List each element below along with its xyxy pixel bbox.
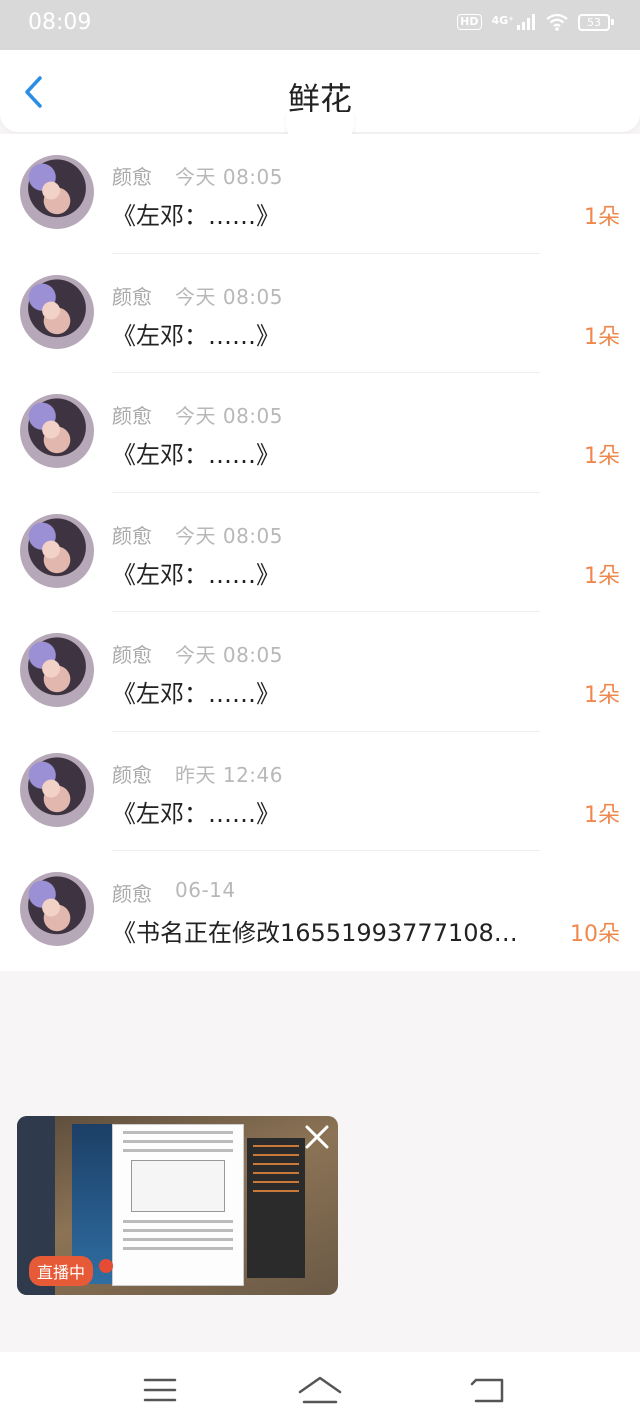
book-title: 《左邓：……》 xyxy=(112,560,280,589)
author-name: 颜愈 xyxy=(112,404,152,428)
battery-icon: 53 xyxy=(578,13,614,31)
flower-count: 1朵 xyxy=(584,563,620,589)
status-bar: 08:09 HD 4G⁺ 53 xyxy=(0,0,640,50)
live-dot-icon xyxy=(99,1259,113,1273)
list-item[interactable]: 颜愈 今天 08:05 《左邓：……》 1朵 xyxy=(0,373,640,493)
author-name: 颜愈 xyxy=(112,882,152,906)
author-name: 颜愈 xyxy=(112,284,152,309)
signal-icon: 4G⁺ xyxy=(492,14,537,30)
list-item[interactable]: 颜愈 06-14 《书名正在修改16551993777108… 10朵 xyxy=(0,851,640,971)
book-title: 《左邓：……》 xyxy=(112,321,280,350)
avatar[interactable] xyxy=(20,155,94,229)
author-name: 颜愈 xyxy=(112,165,152,189)
close-icon[interactable] xyxy=(304,1124,330,1150)
author-name: 颜愈 xyxy=(112,762,152,787)
list-item[interactable]: 颜愈 今天 08:05 《左邓：……》 1朵 xyxy=(0,134,640,254)
avatar[interactable] xyxy=(20,513,94,588)
avatar[interactable] xyxy=(20,872,94,946)
timestamp: 今天 08:05 xyxy=(175,165,283,189)
menu-icon[interactable] xyxy=(138,1370,182,1410)
status-time: 08:09 xyxy=(28,10,92,35)
flower-record-list: 颜愈 今天 08:05 《左邓：……》 1朵 颜愈 今天 08:05 《左邓：…… xyxy=(0,134,640,971)
list-item[interactable]: 颜愈 今天 08:05 《左邓：……》 1朵 xyxy=(0,612,640,732)
hd-icon: HD xyxy=(457,14,482,30)
timestamp: 今天 08:05 xyxy=(175,643,283,667)
pip-chat-preview xyxy=(247,1138,305,1278)
status-icons: HD 4G⁺ 53 xyxy=(457,13,614,31)
avatar[interactable] xyxy=(20,274,94,349)
wifi-icon xyxy=(546,13,568,31)
flower-count: 1朵 xyxy=(584,324,620,350)
live-stream-pip[interactable]: 直播中 xyxy=(17,1116,338,1295)
back-nav-icon[interactable] xyxy=(466,1370,510,1410)
book-title: 《左邓：……》 xyxy=(112,680,280,708)
live-badge: 直播中 xyxy=(29,1256,94,1286)
list-item[interactable]: 颜愈 今天 08:05 《左邓：……》 1朵 xyxy=(0,493,640,612)
battery-level: 53 xyxy=(578,13,610,31)
list-item[interactable]: 颜愈 今天 08:05 《左邓：……》 1朵 xyxy=(0,254,640,373)
flower-count: 1朵 xyxy=(584,205,620,230)
author-name: 颜愈 xyxy=(112,643,152,667)
avatar[interactable] xyxy=(20,633,94,707)
list-item[interactable]: 颜愈 昨天 12:46 《左邓：……》 1朵 xyxy=(0,732,640,851)
book-title: 《左邓：……》 xyxy=(112,202,280,230)
book-title: 《左邓：……》 xyxy=(112,799,280,828)
home-icon[interactable] xyxy=(298,1370,342,1410)
author-name: 颜愈 xyxy=(112,523,152,548)
system-nav-bar xyxy=(0,1352,640,1427)
timestamp: 今天 08:05 xyxy=(175,523,283,548)
timestamp: 06-14 xyxy=(175,878,236,902)
timestamp: 今天 08:05 xyxy=(175,284,283,309)
avatar[interactable] xyxy=(20,752,94,827)
timestamp: 昨天 12:46 xyxy=(175,762,283,787)
flower-count: 1朵 xyxy=(584,444,620,469)
flower-count: 1朵 xyxy=(584,683,620,708)
avatar[interactable] xyxy=(20,394,94,468)
flower-count: 10朵 xyxy=(570,922,620,947)
timestamp: 今天 08:05 xyxy=(175,404,283,428)
flower-count: 1朵 xyxy=(584,802,620,828)
network-type-label: 4G⁺ xyxy=(491,14,515,27)
book-title: 《左邓：……》 xyxy=(112,441,280,469)
book-title: 《书名正在修改16551993777108… xyxy=(112,919,518,947)
pip-document-preview xyxy=(112,1124,244,1286)
